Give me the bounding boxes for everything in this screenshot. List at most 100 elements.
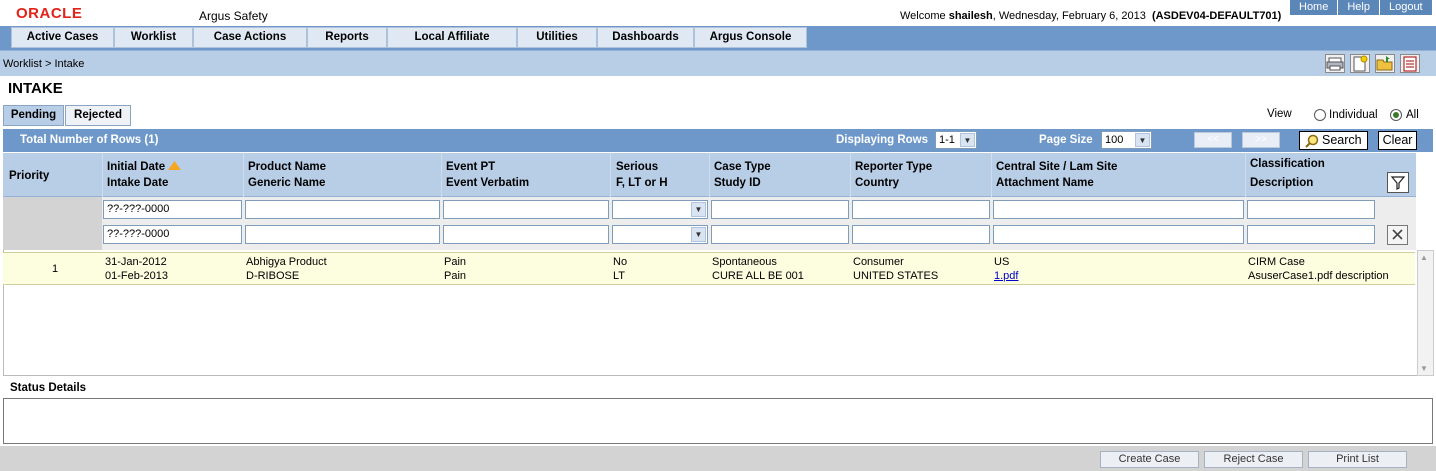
nav-active-cases[interactable]: Active Cases bbox=[11, 27, 114, 48]
attachment-name-filter[interactable] bbox=[993, 225, 1244, 244]
displaying-rows-value: 1-1 bbox=[939, 134, 955, 146]
next-page-button[interactable]: >> bbox=[1242, 132, 1280, 148]
row-central-site: US bbox=[994, 256, 1010, 268]
header-case-type[interactable]: Case Type bbox=[714, 159, 771, 175]
event-pt-filter[interactable] bbox=[443, 200, 609, 219]
view-label: View bbox=[1267, 108, 1292, 120]
vertical-scrollbar[interactable]: ▲ ▼ bbox=[1417, 250, 1434, 376]
product-name-filter[interactable] bbox=[245, 200, 440, 219]
nav-local-affiliate[interactable]: Local Affiliate bbox=[387, 27, 517, 48]
header-description[interactable]: Description bbox=[1250, 175, 1313, 191]
reject-case-button[interactable]: Reject Case bbox=[1204, 451, 1303, 468]
attachment-link[interactable]: 1.pdf bbox=[994, 269, 1018, 283]
status-details-label: Status Details bbox=[10, 382, 87, 394]
view-all-label: All bbox=[1406, 109, 1419, 121]
header-priority[interactable]: Priority bbox=[9, 168, 49, 184]
displaying-rows-label: Displaying Rows bbox=[836, 134, 929, 146]
header-country[interactable]: Country bbox=[855, 175, 899, 191]
nav-dashboards[interactable]: Dashboards bbox=[597, 27, 694, 48]
close-icon bbox=[1392, 229, 1403, 240]
breadcrumb-bar bbox=[0, 50, 1436, 76]
row-generic-name: D-RIBOSE bbox=[246, 270, 300, 282]
header-reporter-type[interactable]: Reporter Type bbox=[855, 159, 932, 175]
nav-argus-console[interactable]: Argus Console bbox=[694, 27, 807, 48]
row-country: UNITED STATES bbox=[853, 270, 939, 282]
home-link[interactable]: Home bbox=[1289, 0, 1338, 15]
row-priority: 1 bbox=[52, 263, 59, 275]
row-event-verbatim: Pain bbox=[444, 270, 467, 282]
clear-button[interactable]: Clear bbox=[1378, 131, 1417, 150]
prev-page-button[interactable]: << bbox=[1194, 132, 1232, 148]
reporter-type-filter[interactable] bbox=[852, 200, 990, 219]
nav-utilities[interactable]: Utilities bbox=[517, 27, 597, 48]
flt-filter-select[interactable]: ▼ bbox=[612, 225, 708, 244]
header-event-verbatim[interactable]: Event Verbatim bbox=[446, 175, 529, 191]
welcome-text: Welcome shailesh, Wednesday, February 6,… bbox=[900, 10, 1281, 22]
nav-case-actions[interactable]: Case Actions bbox=[193, 27, 307, 48]
print-icon[interactable] bbox=[1325, 54, 1345, 73]
sort-ascending-icon bbox=[168, 161, 182, 170]
description-filter[interactable] bbox=[1247, 225, 1375, 244]
page-size-select[interactable]: 100 ▼ bbox=[1101, 131, 1152, 149]
filter-toggle-button[interactable] bbox=[1387, 172, 1409, 193]
nav-reports[interactable]: Reports bbox=[307, 27, 387, 48]
view-all-radio[interactable] bbox=[1390, 109, 1402, 121]
chevron-down-icon: ▼ bbox=[691, 202, 706, 217]
header-initial-date[interactable]: Initial Date bbox=[107, 159, 182, 175]
create-case-button[interactable]: Create Case bbox=[1100, 451, 1199, 468]
page-title: INTAKE bbox=[8, 80, 63, 97]
new-document-icon[interactable] bbox=[1350, 54, 1370, 73]
classification-filter[interactable] bbox=[1247, 200, 1375, 219]
tab-rejected[interactable]: Rejected bbox=[65, 105, 131, 126]
initial-date-filter[interactable]: ??-???-0000 bbox=[103, 200, 242, 219]
breadcrumb: Worklist > Intake bbox=[3, 58, 85, 70]
row-product-name: Abhigya Product bbox=[246, 256, 327, 268]
event-verbatim-filter[interactable] bbox=[443, 225, 609, 244]
header-product-name[interactable]: Product Name bbox=[248, 159, 326, 175]
intake-date-filter[interactable]: ??-???-0000 bbox=[103, 225, 242, 244]
study-id-filter[interactable] bbox=[711, 225, 849, 244]
view-individual-radio[interactable] bbox=[1314, 109, 1326, 121]
page-size-label: Page Size bbox=[1039, 134, 1093, 146]
row-study-id: CURE ALL BE 001 bbox=[712, 270, 804, 282]
scroll-down-icon: ▼ bbox=[1420, 364, 1428, 373]
open-folder-icon[interactable] bbox=[1375, 54, 1395, 73]
scroll-up-icon: ▲ bbox=[1420, 253, 1428, 262]
tab-pending[interactable]: Pending bbox=[3, 105, 64, 126]
nav-worklist[interactable]: Worklist bbox=[114, 27, 193, 48]
logout-link[interactable]: Logout bbox=[1378, 0, 1432, 15]
header-study-id[interactable]: Study ID bbox=[714, 175, 761, 191]
header-generic-name[interactable]: Generic Name bbox=[248, 175, 325, 191]
search-icon bbox=[1305, 134, 1319, 148]
table-row[interactable] bbox=[3, 252, 1415, 285]
view-individual-label: Individual bbox=[1329, 109, 1378, 121]
case-type-filter[interactable] bbox=[711, 200, 849, 219]
displaying-rows-select[interactable]: 1-1 ▼ bbox=[935, 131, 977, 149]
central-site-filter[interactable] bbox=[993, 200, 1244, 219]
serious-filter-select[interactable]: ▼ bbox=[612, 200, 708, 219]
row-case-type: Spontaneous bbox=[712, 256, 777, 268]
header-classification[interactable]: Classification bbox=[1250, 156, 1325, 172]
help-link[interactable]: Help bbox=[1337, 0, 1379, 15]
environment-label: (ASDEV04-DEFAULT701) bbox=[1151, 10, 1282, 22]
header-serious[interactable]: Serious bbox=[616, 159, 658, 175]
header-flt[interactable]: F, LT or H bbox=[616, 175, 668, 191]
app-name: Argus Safety bbox=[199, 9, 268, 23]
report-icon[interactable] bbox=[1400, 54, 1420, 73]
header-intake-date[interactable]: Intake Date bbox=[107, 175, 168, 191]
row-reporter-type: Consumer bbox=[853, 256, 904, 268]
row-intake-date: 01-Feb-2013 bbox=[105, 270, 168, 282]
print-list-button[interactable]: Print List bbox=[1308, 451, 1407, 468]
top-links: Home Help Logout bbox=[1289, 0, 1432, 16]
search-label: Search bbox=[1322, 133, 1362, 147]
header-event-pt[interactable]: Event PT bbox=[446, 159, 495, 175]
generic-name-filter[interactable] bbox=[245, 225, 440, 244]
country-filter[interactable] bbox=[852, 225, 990, 244]
header-attachment-name[interactable]: Attachment Name bbox=[996, 175, 1094, 191]
clear-filter-button[interactable] bbox=[1387, 225, 1408, 245]
status-details-box bbox=[3, 398, 1433, 444]
filter-icon bbox=[1390, 176, 1406, 190]
header-central-site[interactable]: Central Site / Lam Site bbox=[996, 159, 1117, 175]
row-event-pt: Pain bbox=[444, 256, 467, 268]
search-button[interactable]: Search bbox=[1299, 131, 1368, 150]
